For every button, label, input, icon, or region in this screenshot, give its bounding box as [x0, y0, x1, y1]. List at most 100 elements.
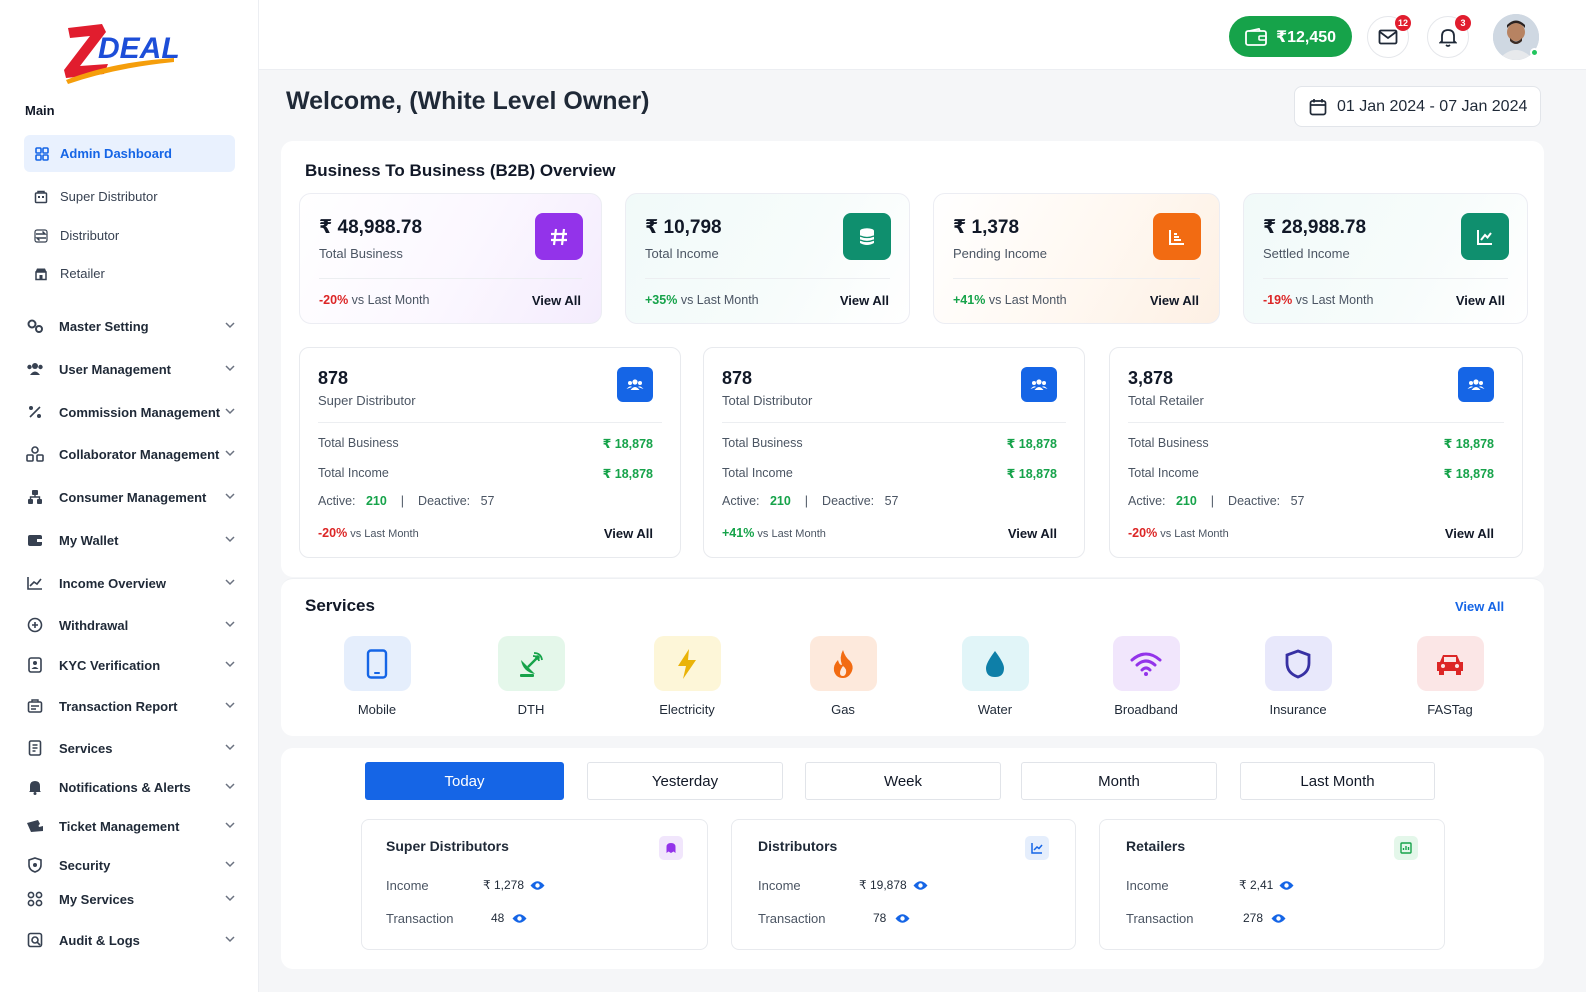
chevron-down-icon [225, 895, 235, 902]
active-deactive-status: Active: 210 | Deactive: 57 [722, 494, 899, 508]
store-icon [35, 268, 47, 280]
stat-change: -19% vs Last Month [1263, 293, 1374, 307]
summary-card-retailers: Retailers Income ₹ 2,41 Transaction 278 [1099, 819, 1445, 950]
notification-count-badge: 3 [1455, 15, 1471, 31]
lightning-icon [653, 636, 721, 691]
network-label: Total Retailer [1128, 393, 1204, 408]
sidebar-item-label: Audit & Logs [59, 932, 140, 948]
sidebar-item-label: Transaction Report [59, 698, 178, 714]
eye-icon[interactable] [1271, 913, 1286, 924]
chevron-down-icon [225, 365, 235, 372]
eye-icon[interactable] [512, 913, 527, 924]
ticket-icon [26, 817, 44, 835]
notifications-button[interactable]: 3 [1427, 15, 1471, 58]
eye-icon[interactable] [913, 880, 928, 891]
sidebar-item-commission-management[interactable]: Commission Management [26, 403, 236, 421]
sidebar-item-withdrawal[interactable]: Withdrawal [26, 616, 236, 634]
service-dth[interactable]: DTH [476, 636, 586, 717]
network-card-super-distributor: 878 Super Distributor Total Business ₹ 1… [299, 347, 681, 558]
tab-last-month[interactable]: Last Month [1240, 762, 1435, 800]
view-all-link[interactable]: View All [1456, 293, 1505, 308]
view-all-link[interactable]: View All [840, 293, 889, 308]
service-insurance[interactable]: Insurance [1243, 636, 1353, 717]
report-icon [1153, 213, 1201, 260]
view-all-link[interactable]: View All [1008, 526, 1057, 541]
service-water[interactable]: Water [940, 636, 1050, 717]
sidebar-item-my-services[interactable]: My Services [26, 890, 236, 908]
eye-icon[interactable] [530, 880, 545, 891]
sidebar-item-notifications-alerts[interactable]: Notifications & Alerts [26, 778, 236, 796]
sidebar-item-collaborator-management[interactable]: Collaborator Management [26, 445, 236, 463]
chevron-down-icon [225, 408, 235, 415]
mail-button[interactable]: 12 [1367, 15, 1411, 58]
service-fastag[interactable]: FASTag [1395, 636, 1505, 717]
divider [953, 278, 1200, 279]
total-business-value: ₹ 18,878 [602, 437, 653, 451]
sidebar-item-label: My Wallet [59, 532, 119, 548]
eye-icon[interactable] [1279, 880, 1294, 891]
active-deactive-status: Active: 210 | Deactive: 57 [1128, 494, 1305, 508]
chevron-down-icon [225, 621, 235, 628]
sidebar-item-distributor[interactable]: Distributor [34, 228, 119, 243]
shield-icon [26, 856, 44, 874]
income-label: Income [1126, 878, 1169, 893]
page-title: Welcome, (White Level Owner) [286, 87, 650, 115]
sidebar-item-admin-dashboard[interactable]: Admin Dashboard [24, 135, 235, 172]
sidebar-item-income-overview[interactable]: Income Overview [26, 574, 236, 592]
grid-icon [35, 146, 49, 161]
date-range-picker[interactable]: 01 Jan 2024 - 07 Jan 2024 [1294, 86, 1541, 127]
service-label: DTH [517, 702, 545, 717]
view-all-link[interactable]: View All [532, 293, 581, 308]
sidebar-item-services[interactable]: Services [26, 739, 236, 757]
total-income-value: ₹ 18,878 [602, 467, 653, 481]
tab-month[interactable]: Month [1021, 762, 1217, 800]
view-all-link[interactable]: View All [604, 526, 653, 541]
zdeal-logo[interactable]: DEAL [62, 18, 180, 84]
service-label: Broadband [1114, 702, 1178, 717]
tab-yesterday[interactable]: Yesterday [587, 762, 783, 800]
sidebar-item-master-setting[interactable]: Master Setting [26, 317, 236, 335]
tab-week[interactable]: Week [805, 762, 1001, 800]
sidebar-item-kyc-verification[interactable]: KYC Verification [26, 656, 236, 674]
sidebar-item-user-management[interactable]: User Management [26, 360, 236, 378]
chevron-down-icon [225, 450, 235, 457]
receipt-icon [26, 697, 44, 715]
chevron-down-icon [225, 493, 235, 500]
users-icon [26, 360, 44, 378]
team-icon [26, 445, 44, 463]
sidebar-item-my-wallet[interactable]: My Wallet [26, 531, 236, 549]
chevron-down-icon [225, 936, 235, 943]
stat-label: Settled Income [1263, 246, 1350, 261]
b2b-overview-title: Business To Business (B2B) Overview [305, 161, 616, 180]
sidebar-item-retailer[interactable]: Retailer [34, 266, 105, 281]
transaction-label: Transaction [386, 911, 454, 926]
sidebar-item-consumer-management[interactable]: Consumer Management [26, 488, 236, 506]
sidebar-item-security[interactable]: Security [26, 856, 236, 874]
mail-count-badge: 12 [1394, 15, 1411, 31]
sidebar-item-transaction-report[interactable]: Transaction Report [26, 697, 236, 715]
stat-label: Total Business [319, 246, 403, 261]
service-gas[interactable]: Gas [788, 636, 898, 717]
service-electricity[interactable]: Electricity [632, 636, 742, 717]
total-income-label: Total Income [722, 466, 793, 480]
network-change: -20% vs Last Month [318, 526, 419, 540]
flame-icon [809, 636, 877, 691]
income-label: Income [758, 878, 801, 893]
sidebar-item-ticket-management[interactable]: Ticket Management [26, 817, 236, 835]
stat-card-total-income: ₹ 10,798 Total Income +35% vs Last Month… [625, 193, 910, 324]
service-mobile[interactable]: Mobile [322, 636, 432, 717]
sidebar-item-label: Distributor [60, 228, 120, 243]
income-value: ₹ 1,278 [483, 878, 545, 892]
shield-icon [1264, 636, 1332, 691]
view-all-link[interactable]: View All [1445, 526, 1494, 541]
services-view-all-link[interactable]: View All [1455, 599, 1504, 614]
wallet-balance-button[interactable]: ₹12,450 [1229, 16, 1352, 57]
eye-icon[interactable] [895, 913, 910, 924]
satellite-dish-icon [497, 636, 565, 691]
service-broadband[interactable]: Broadband [1091, 636, 1201, 717]
sidebar-item-audit-logs[interactable]: Audit & Logs [26, 931, 236, 949]
sidebar-item-super-distributor[interactable]: Super Distributor [34, 189, 158, 204]
view-all-link[interactable]: View All [1150, 293, 1199, 308]
tab-today[interactable]: Today [365, 762, 564, 800]
service-label: Water [977, 702, 1013, 717]
